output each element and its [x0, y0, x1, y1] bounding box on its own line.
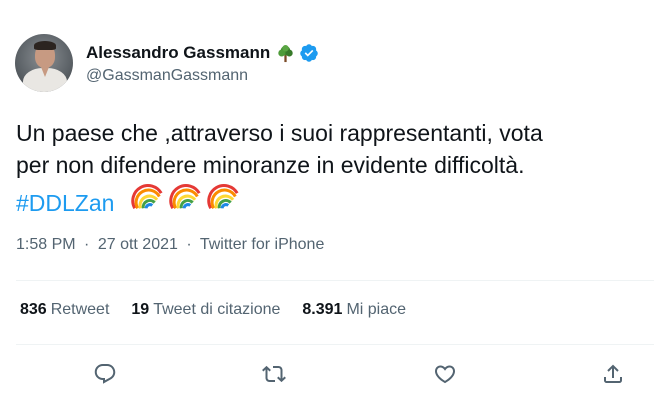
meta-separator: ·	[186, 236, 192, 253]
tweet-card: Alessandro Gassmann @GassmanGassmann Un …	[0, 0, 670, 419]
tweet-meta: 1:58 PM · 27 ott 2021 · Twitter for iPho…	[16, 236, 324, 254]
tweet-header: Alessandro Gassmann @GassmanGassmann	[15, 34, 319, 92]
emoji-group	[131, 181, 245, 211]
divider	[16, 280, 654, 281]
display-name[interactable]: Alessandro Gassmann	[86, 43, 270, 63]
verified-icon	[299, 43, 319, 63]
hashtag-row: #DDLZan	[16, 181, 656, 219]
rainbow-icon	[207, 181, 241, 211]
handle[interactable]: @GassmanGassmann	[86, 67, 319, 85]
tweet-text-line: Un paese che ,attraverso i suoi rapprese…	[16, 120, 543, 146]
like-count[interactable]: 8.391 Mi piace	[302, 301, 406, 319]
reply-button[interactable]	[89, 358, 121, 390]
tweet-text-line: per non difendere minoranze in evidente …	[16, 152, 525, 178]
avatar[interactable]	[15, 34, 73, 92]
rainbow-icon	[131, 181, 165, 211]
tree-icon	[276, 44, 295, 63]
author-names: Alessandro Gassmann @GassmanGassmann	[86, 41, 319, 85]
retweet-count[interactable]: 836 Retweet	[20, 301, 109, 319]
action-bar	[0, 358, 670, 390]
tweet-time[interactable]: 1:58 PM	[16, 236, 76, 253]
divider	[16, 344, 654, 345]
share-icon	[604, 364, 622, 383]
quote-count[interactable]: 19 Tweet di citazione	[131, 301, 280, 319]
share-button[interactable]	[597, 358, 629, 390]
reply-icon	[94, 364, 116, 384]
rainbow-icon	[169, 181, 203, 211]
retweet-icon	[262, 365, 286, 383]
tweet-stats: 836 Retweet 19 Tweet di citazione 8.391 Mi …	[20, 301, 428, 319]
tweet-source[interactable]: Twitter for iPhone	[200, 236, 325, 253]
tweet-text: Un paese che ,attraverso i suoi rapprese…	[16, 117, 656, 219]
like-icon	[434, 365, 456, 384]
meta-separator: ·	[84, 236, 90, 253]
like-button[interactable]	[429, 358, 461, 390]
retweet-button[interactable]	[258, 358, 290, 390]
tweet-date[interactable]: 27 ott 2021	[98, 236, 178, 253]
hashtag-link[interactable]: #DDLZan	[16, 190, 114, 216]
